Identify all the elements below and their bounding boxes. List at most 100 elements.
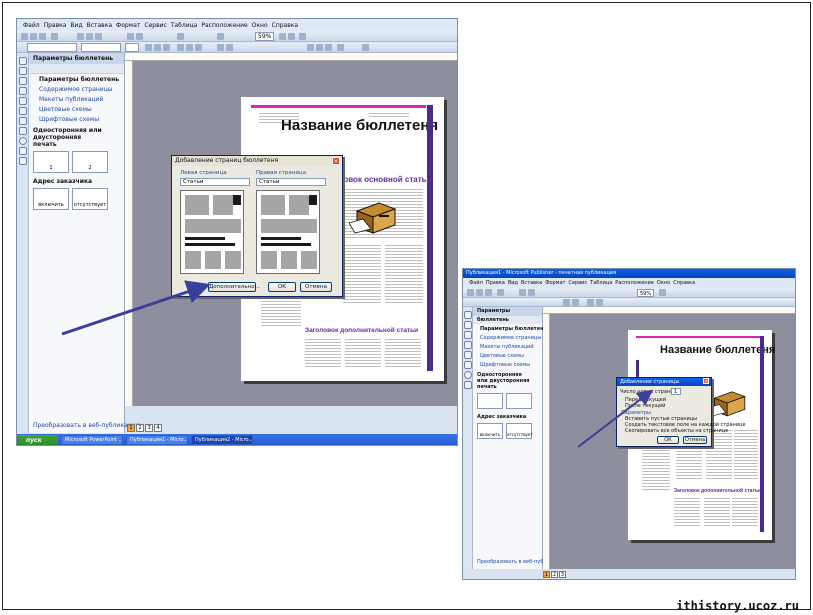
text-box-tool-icon[interactable] — [19, 67, 27, 75]
menu-arrange[interactable]: Расположение — [615, 280, 654, 286]
print-icon[interactable] — [51, 33, 58, 40]
page-2-button[interactable]: 2 — [551, 571, 558, 578]
page-count-input[interactable]: 1 — [671, 388, 681, 395]
page-1-button[interactable]: 1 — [543, 571, 550, 578]
task-pane-item-designs[interactable]: Макеты публикаций — [473, 342, 542, 351]
menu-tools[interactable]: Сервис — [144, 22, 166, 29]
copy-icon[interactable] — [86, 33, 93, 40]
page-4-button[interactable]: 4 — [154, 424, 162, 432]
task-pane-item-color-schemes[interactable]: Цветовые схемы — [29, 104, 124, 114]
menu-tools[interactable]: Сервис — [568, 280, 587, 286]
align-left-icon[interactable] — [587, 299, 594, 306]
fill-color-icon[interactable] — [307, 44, 314, 51]
bold-icon[interactable] — [563, 299, 570, 306]
menu-insert[interactable]: Вставка — [521, 280, 542, 286]
zoom-in-icon[interactable] — [288, 33, 295, 40]
text-box-tool-icon[interactable] — [464, 321, 472, 329]
address-include-option[interactable]: включить — [477, 423, 503, 439]
help-icon[interactable] — [299, 33, 306, 40]
style-box[interactable] — [27, 43, 77, 52]
double-sided-option[interactable]: 2 — [72, 151, 108, 173]
oval-tool-icon[interactable] — [19, 137, 27, 145]
rectangle-tool-icon[interactable] — [19, 147, 27, 155]
menu-edit[interactable]: Правка — [44, 22, 67, 29]
save-icon[interactable] — [39, 33, 46, 40]
menu-format[interactable]: Формат — [545, 280, 565, 286]
left-page-select[interactable]: Статьи — [180, 178, 250, 186]
start-button[interactable]: пуск — [18, 434, 58, 445]
address-none-option[interactable]: отсутствует — [72, 188, 108, 210]
rectangle-tool-icon[interactable] — [464, 381, 472, 389]
single-sided-option[interactable] — [477, 393, 503, 409]
bold-icon[interactable] — [145, 44, 152, 51]
table-icon[interactable] — [177, 33, 184, 40]
zoom-box[interactable]: 59% — [255, 32, 275, 41]
font-color-icon[interactable] — [325, 44, 332, 51]
menu-view[interactable]: Вид — [70, 22, 82, 29]
menu-file[interactable]: Файл — [23, 22, 40, 29]
task-pane-item-page-content[interactable]: Содержимое страницы — [29, 84, 124, 94]
secondary-article-heading[interactable]: Заголовок дополнительной статьи — [674, 488, 761, 494]
align-center-icon[interactable] — [186, 44, 193, 51]
new-icon[interactable] — [467, 289, 474, 296]
newsletter-title[interactable]: Название бюллетеня — [281, 117, 438, 134]
italic-icon[interactable] — [154, 44, 161, 51]
task-publication1[interactable]: Публикация1 - Micro... — [126, 435, 188, 445]
picture-tool-icon[interactable] — [464, 351, 472, 359]
double-sided-option[interactable] — [506, 393, 532, 409]
menu-help[interactable]: Справка — [272, 22, 298, 29]
open-icon[interactable] — [476, 289, 483, 296]
task-pane-item-font-schemes[interactable]: Шрифтовые схемы — [473, 360, 542, 369]
page-1-button[interactable]: 1 — [127, 424, 135, 432]
cut-icon[interactable] — [519, 289, 526, 296]
new-icon[interactable] — [21, 33, 28, 40]
cancel-button[interactable]: Отмена — [683, 436, 707, 444]
zoom-in-icon[interactable] — [659, 289, 666, 296]
clipart-tool-icon[interactable] — [19, 107, 27, 115]
table-tool-icon[interactable] — [19, 77, 27, 85]
save-icon[interactable] — [485, 289, 492, 296]
address-include-option[interactable]: включить — [33, 188, 69, 210]
line-tool-icon[interactable] — [464, 361, 472, 369]
line-color-icon[interactable] — [316, 44, 323, 51]
cut-icon[interactable] — [77, 33, 84, 40]
menu-view[interactable]: Вид — [508, 280, 518, 286]
line-tool-icon[interactable] — [19, 117, 27, 125]
oval-tool-icon[interactable] — [464, 371, 472, 379]
align-right-icon[interactable] — [195, 44, 202, 51]
task-pane-item-page-content[interactable]: Содержимое страницы — [473, 333, 542, 342]
menu-window[interactable]: Окно — [252, 22, 268, 29]
task-pane-item-designs[interactable]: Макеты публикаций — [29, 94, 124, 104]
zoom-box[interactable]: 59% — [637, 289, 655, 297]
bullets-icon[interactable] — [226, 44, 233, 51]
select-tool-icon[interactable] — [19, 57, 27, 65]
paste-icon[interactable] — [528, 289, 535, 296]
wordart-tool-icon[interactable] — [19, 87, 27, 95]
shadow-icon[interactable] — [362, 44, 369, 51]
close-icon[interactable]: × — [703, 378, 709, 385]
table-tool-icon[interactable] — [464, 331, 472, 339]
task-pane-item-options[interactable]: Параметры бюллетень — [29, 74, 124, 84]
picture-tool-icon[interactable] — [19, 97, 27, 105]
underline-icon[interactable] — [163, 44, 170, 51]
cancel-button[interactable]: Отмена — [300, 282, 332, 292]
newsletter-title[interactable]: Название бюллетеня — [660, 344, 775, 356]
page-3-button[interactable]: 3 — [559, 571, 566, 578]
italic-icon[interactable] — [572, 299, 579, 306]
align-left-icon[interactable] — [177, 44, 184, 51]
picture-icon[interactable] — [217, 33, 224, 40]
open-icon[interactable] — [30, 33, 37, 40]
menu-table[interactable]: Таблица — [171, 22, 198, 29]
ok-button[interactable]: ОК — [268, 282, 296, 292]
page-2-button[interactable]: 2 — [136, 424, 144, 432]
wordart-tool-icon[interactable] — [464, 341, 472, 349]
task-pane-item-options[interactable]: Параметры бюллетень — [473, 324, 547, 333]
menu-window[interactable]: Окно — [657, 280, 670, 286]
radio-after-current[interactable]: После текущей — [625, 403, 665, 409]
size-box[interactable] — [125, 43, 139, 52]
secondary-article-heading[interactable]: Заголовок дополнительной статьи — [305, 327, 418, 334]
single-sided-option[interactable]: 1 — [33, 151, 69, 173]
line-style-icon[interactable] — [337, 44, 344, 51]
menu-format[interactable]: Формат — [116, 22, 140, 29]
menu-table[interactable]: Таблица — [590, 280, 612, 286]
